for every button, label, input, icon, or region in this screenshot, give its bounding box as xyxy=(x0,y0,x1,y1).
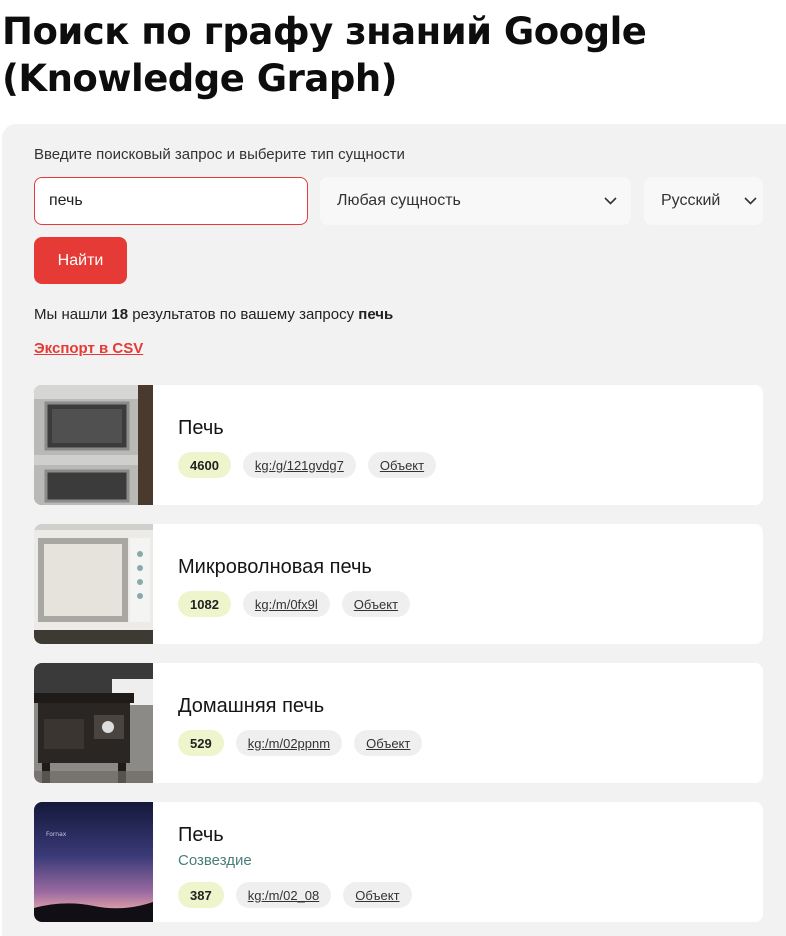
result-tags: 4600 kg:/g/121gvdg7 Объект xyxy=(178,452,437,478)
result-query: печь xyxy=(358,306,394,323)
oven-icon xyxy=(34,385,153,505)
entity-type-value: Любая сущность xyxy=(337,192,461,209)
result-subtitle: Созвездие xyxy=(178,852,252,869)
find-button[interactable]: Найти xyxy=(34,237,127,284)
entity-type-link[interactable]: Объект xyxy=(367,452,437,478)
search-input[interactable] xyxy=(34,177,308,225)
result-card[interactable]: Микроволновая печь 1082 kg:/m/0fx9l Объе… xyxy=(34,524,763,644)
score-badge: 529 xyxy=(178,730,224,756)
microwave-icon xyxy=(34,524,153,644)
score-badge: 4600 xyxy=(178,452,231,478)
score-badge: 1082 xyxy=(178,591,231,617)
entity-id-link[interactable]: kg:/g/121gvdg7 xyxy=(242,452,356,478)
page-title: Поиск по графу знаний Google (Knowledge … xyxy=(2,10,647,100)
result-card[interactable]: Домашняя печь 529 kg:/m/02ppnm Объект xyxy=(34,663,763,783)
chevron-down-icon xyxy=(603,194,617,208)
entity-type-link[interactable]: Объект xyxy=(343,882,412,908)
result-title[interactable]: Домашняя печь xyxy=(178,695,324,718)
result-title[interactable]: Микроволновая печь xyxy=(178,556,372,579)
language-value: Русский xyxy=(661,192,721,209)
search-label: Введите поисковый запрос и выберите тип … xyxy=(34,146,405,163)
result-tags: 529 kg:/m/02ppnm Объект xyxy=(178,730,423,756)
result-tags: 387 kg:/m/02_08 Объект xyxy=(178,882,412,908)
result-card[interactable]: Fornax Печь Созвездие 387 kg:/m/02_08 Об… xyxy=(34,802,763,922)
result-tags: 1082 kg:/m/0fx9l Объект xyxy=(178,591,411,617)
constellation-caption: Fornax xyxy=(46,831,67,838)
result-title[interactable]: Печь xyxy=(178,824,224,847)
entity-type-select[interactable]: Любая сущность xyxy=(320,177,631,225)
result-summary: Мы нашли 18 результатов по вашему запрос… xyxy=(34,306,394,323)
night-sky-icon: Fornax xyxy=(34,802,153,922)
entity-type-link[interactable]: Объект xyxy=(354,730,423,756)
entity-id-link[interactable]: kg:/m/02ppnm xyxy=(235,730,343,756)
entity-id-link[interactable]: kg:/m/02_08 xyxy=(235,882,332,908)
score-badge: 387 xyxy=(178,882,224,908)
stove-icon xyxy=(34,663,153,783)
entity-type-link[interactable]: Объект xyxy=(341,591,411,617)
entity-id-link[interactable]: kg:/m/0fx9l xyxy=(242,591,330,617)
result-count: 18 xyxy=(111,306,129,323)
result-title[interactable]: Печь xyxy=(178,417,224,440)
export-csv-link[interactable]: Экспорт в CSV xyxy=(34,340,143,357)
result-card[interactable]: Печь 4600 kg:/g/121gvdg7 Объект xyxy=(34,385,763,505)
language-select[interactable]: Русский xyxy=(644,177,763,225)
chevron-down-icon xyxy=(743,194,757,208)
